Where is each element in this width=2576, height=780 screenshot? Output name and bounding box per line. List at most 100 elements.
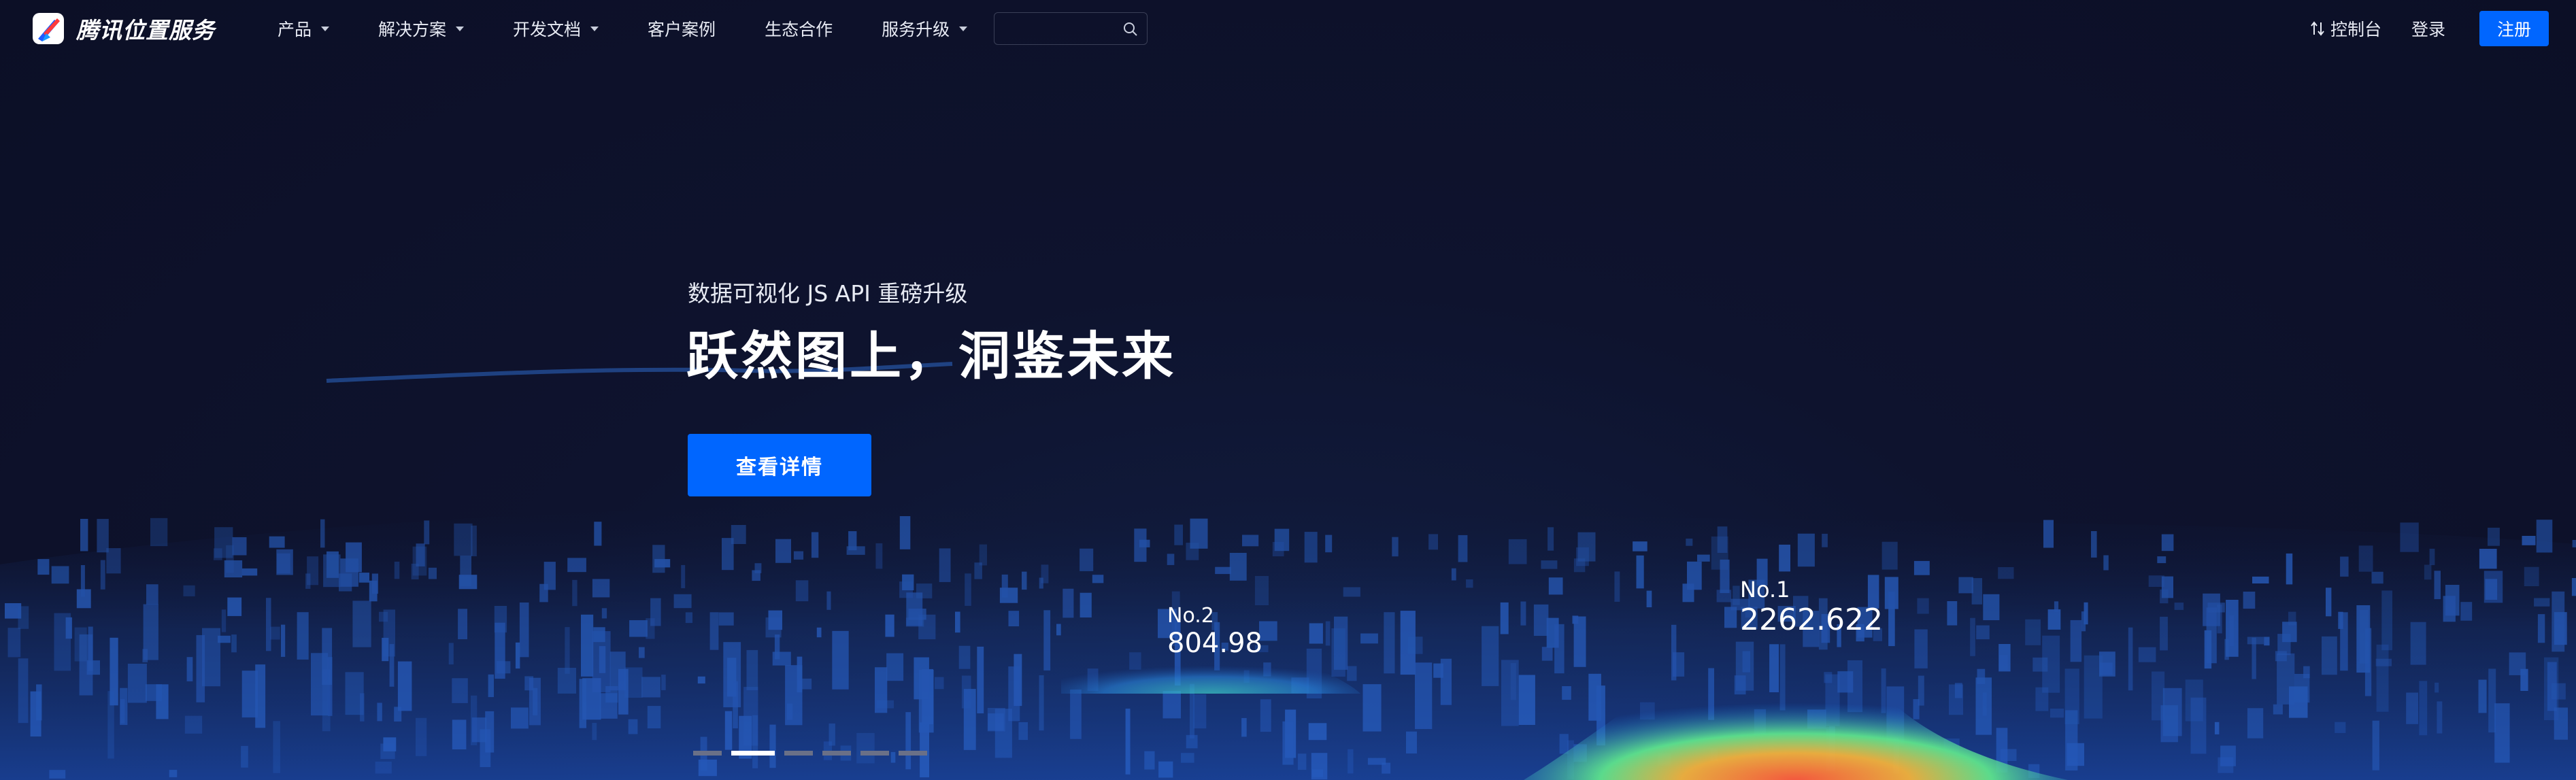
building-block: [1325, 535, 1333, 553]
building-block: [106, 548, 121, 574]
building-block: [226, 545, 234, 573]
hero-title: 跃然图上，洞鉴未来: [686, 326, 1176, 386]
chevron-down-icon: [959, 26, 968, 31]
building-block: [142, 649, 148, 662]
search-icon[interactable]: [1122, 21, 1139, 37]
carousel-dot[interactable]: [822, 751, 851, 756]
building-block: [1406, 731, 1417, 753]
building-block: [184, 715, 203, 734]
nav-item[interactable]: 服务升级: [882, 16, 968, 41]
nav-item[interactable]: 开发文档: [513, 16, 599, 41]
building-block: [723, 642, 741, 708]
building-block: [146, 584, 158, 605]
building-block: [2138, 647, 2156, 662]
building-block: [511, 707, 529, 729]
register-button[interactable]: 注册: [2479, 11, 2549, 46]
nav-item[interactable]: 解决方案: [378, 16, 465, 41]
building-block: [775, 539, 791, 563]
building-block: [1174, 524, 1183, 545]
main-nav: 产品 解决方案 开发文档 客户案例 生态合作 服务升级: [278, 0, 1016, 57]
login-link[interactable]: 登录: [2411, 16, 2445, 41]
building-block: [1733, 586, 1740, 605]
nav-actions: 控制台 登录 注册: [2309, 0, 2549, 57]
carousel-dot[interactable]: [860, 751, 889, 756]
building-block: [826, 591, 831, 610]
building-block: [2534, 598, 2550, 607]
building-block: [1274, 528, 1290, 552]
building-block: [2494, 703, 2510, 763]
building-block: [2322, 636, 2337, 675]
building-block: [281, 624, 286, 657]
building-block: [375, 762, 392, 774]
console-label: 控制台: [2330, 20, 2381, 39]
nav-item[interactable]: 生态合作: [765, 16, 833, 41]
rank-number: No.1: [1740, 577, 1790, 603]
building-block: [1360, 633, 1378, 644]
building-block: [416, 717, 427, 756]
building-block: [905, 712, 911, 770]
building-block: [685, 612, 692, 624]
search-field[interactable]: [994, 12, 1148, 45]
carousel-dot[interactable]: [784, 751, 813, 756]
search-input[interactable]: [1001, 17, 1113, 41]
building-block: [1362, 684, 1382, 732]
building-block: [2335, 722, 2346, 733]
building-block: [2483, 571, 2503, 603]
building-block: [609, 651, 626, 691]
building-block: [2509, 652, 2526, 675]
building-block: [557, 668, 576, 694]
building-block: [629, 620, 648, 637]
building-block: [787, 703, 793, 720]
building-block: [939, 548, 951, 582]
nav-item-label: 解决方案: [378, 20, 447, 39]
nav-item[interactable]: 客户案例: [648, 16, 716, 41]
building-block: [2275, 651, 2287, 662]
building-block: [1646, 590, 1652, 607]
building-block: [1039, 675, 1044, 731]
brand-logo[interactable]: 腾讯位置服务: [33, 12, 215, 45]
building-block: [150, 518, 168, 547]
building-block: [380, 743, 395, 760]
building-block: [2099, 662, 2113, 675]
building-block: [1533, 604, 1549, 636]
building-block: [145, 684, 162, 701]
building-block: [572, 579, 578, 607]
building-block: [460, 556, 471, 586]
building-block: [360, 693, 365, 722]
building-block: [120, 698, 125, 724]
building-block: [1975, 677, 1992, 735]
building-block: [1382, 762, 1391, 774]
building-block: [1673, 652, 1685, 677]
nav-item[interactable]: 产品: [278, 16, 330, 41]
building-block: [565, 627, 570, 674]
building-block: [515, 642, 520, 669]
building-block: [1008, 611, 1020, 626]
building-block: [2160, 589, 2169, 604]
building-block: [793, 551, 804, 560]
building-block: [652, 545, 665, 573]
carousel-dot[interactable]: [693, 751, 722, 756]
building-block: [2375, 658, 2392, 666]
top-navbar: 腾讯位置服务 产品 解决方案 开发文档 客户案例 生态合作 服务升级 控制台 登录 注: [0, 0, 2576, 57]
building-block: [1186, 543, 1199, 560]
building-block: [1309, 623, 1323, 644]
building-block: [2488, 528, 2500, 546]
carousel-dot[interactable]: [731, 751, 775, 756]
building-block: [875, 543, 883, 569]
building-block: [1080, 548, 1094, 571]
building-block: [394, 707, 402, 722]
building-block: [100, 560, 105, 590]
building-block: [1384, 612, 1395, 674]
console-link[interactable]: 控制台: [2309, 16, 2381, 41]
building-block: [2217, 605, 2222, 634]
building-block: [37, 559, 50, 575]
building-block: [1508, 539, 1527, 564]
building-block: [76, 589, 91, 609]
building-block: [592, 579, 610, 598]
building-block: [2252, 576, 2269, 583]
building-block: [1144, 751, 1155, 770]
building-block: [722, 538, 734, 571]
carousel-dot[interactable]: [899, 751, 927, 756]
building-block: [2091, 531, 2097, 558]
view-details-button[interactable]: 查看详情: [688, 434, 871, 496]
